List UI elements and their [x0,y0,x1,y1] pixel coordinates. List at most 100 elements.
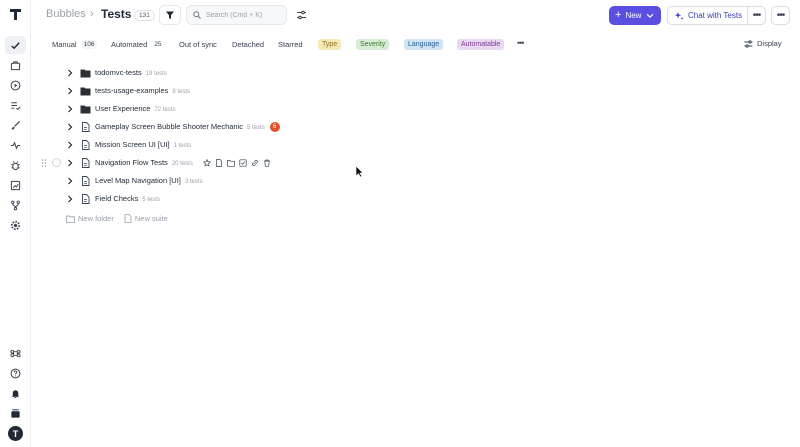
new-folder-label: New folder [78,214,114,223]
search-input[interactable] [206,11,286,19]
nav-plans[interactable] [5,96,26,114]
more-filters-icon[interactable]: ••• [517,38,525,48]
chevron-down-icon [647,13,654,18]
user-avatar[interactable]: T [8,426,23,441]
tree-row-suite[interactable]: Mission Screen UI [UI] 1 tests [31,136,800,154]
notification-badge: 6 [269,122,280,133]
tree-row-suite[interactable]: Field Checks 5 tests [31,190,800,208]
gear-icon [10,220,21,230]
tree-row-label: Gameplay Screen Bubble Shooter Mechanic 5… [95,122,280,133]
nav-projects[interactable] [5,404,26,422]
nav-help[interactable] [5,364,26,382]
tab-detached[interactable]: Detached [232,40,264,49]
tree-row-label: tests-usage-examples 8 tests [95,86,191,95]
tree-row-folder[interactable]: todomvc-tests 19 tests [31,64,800,82]
tab-label: Automated [111,40,148,49]
chevron-right-icon[interactable] [66,195,74,203]
new-folder-button[interactable]: New folder [66,214,114,223]
row-select-checkbox[interactable] [52,158,61,167]
nav-defects[interactable] [5,156,26,174]
drag-handle-icon[interactable] [41,159,47,167]
breadcrumb-separator: › [90,8,94,20]
folder-icon [80,105,91,114]
tag-automatable[interactable]: Automatable [457,39,505,50]
folder-stack-icon [11,408,20,418]
chat-more-button[interactable]: ••• [747,6,766,25]
check-icon [11,41,20,49]
test-count-badge: 131 [134,10,155,21]
nav-tests[interactable] [5,36,26,54]
page-more-button[interactable]: ••• [771,6,790,25]
tree-row-count: 5 tests [247,125,265,131]
nav-settings[interactable] [5,216,26,234]
chevron-right-icon[interactable] [66,69,74,77]
filter-bar: Manual 106 Automated 25 Out of sync Deta… [31,35,800,55]
checklist-icon[interactable] [239,159,248,168]
app-logo[interactable] [8,7,23,22]
chevron-right-icon[interactable] [66,87,74,95]
new-button[interactable]: + New [609,6,661,25]
view-options-button[interactable] [293,7,309,23]
search-box[interactable] [186,5,287,25]
chevron-right-icon[interactable] [66,177,74,185]
tree-footer: New folder New suite [66,214,168,223]
chevron-right-icon[interactable] [66,141,74,149]
tree-row-suite[interactable]: Gameplay Screen Bubble Shooter Mechanic 5… [31,118,800,136]
folder-icon [80,69,91,78]
nav-runs[interactable] [5,76,26,94]
tree-row-count: 3 tests [184,179,203,185]
funnel-icon [166,11,174,19]
tree-row-folder[interactable]: User Experience 72 tests [31,100,800,118]
folder-plus-icon [66,215,75,223]
tab-count: 25 [154,41,162,48]
chat-with-tests-button[interactable]: Chat with Tests [667,6,748,25]
more-horizontal-icon: ••• [776,10,785,21]
chevron-right-icon[interactable] [66,159,74,167]
sidebar: T [0,0,31,447]
tree-row-suite-hovered[interactable]: Navigation Flow Tests 20 tests [31,154,800,172]
search-icon [193,11,201,19]
mouse-cursor-icon [355,165,364,178]
nav-shortcuts[interactable] [5,344,26,362]
new-test-icon[interactable] [215,159,224,168]
nav-pulse[interactable] [5,136,26,154]
tag-language[interactable]: Language [404,39,444,50]
filter-button[interactable] [159,5,181,25]
chevron-right-icon[interactable] [66,123,74,131]
nav-analytics[interactable] [5,176,26,194]
nav-steps[interactable] [5,116,26,134]
new-folder-icon[interactable] [227,159,236,168]
list-check-icon [11,101,21,110]
breadcrumb-parent[interactable]: Bubbles [46,8,86,20]
tree-row-suite[interactable]: Level Map Navigation [UI] 3 tests [31,172,800,190]
chevron-right-icon[interactable] [66,105,74,113]
tag-type[interactable]: Type [318,39,342,50]
tab-label: Detached [232,40,265,49]
nav-briefcase[interactable] [5,56,26,74]
star-icon[interactable] [203,159,212,168]
document-icon [82,194,90,204]
nav-git[interactable] [5,196,26,214]
display-button[interactable]: Display [744,39,782,48]
bell-icon [11,389,20,398]
nav-notifications[interactable] [5,384,26,402]
trash-icon[interactable] [263,159,272,168]
bug-icon [11,160,20,170]
tab-manual[interactable]: Manual 106 [52,40,98,49]
display-label: Display [757,39,782,48]
briefcase-icon [10,60,21,70]
tree-row-label: Field Checks 5 tests [95,194,161,203]
tree-row-label: Level Map Navigation [UI] 3 tests [95,176,203,185]
plus-icon: + [615,9,622,21]
tab-automated[interactable]: Automated 25 [111,40,165,49]
tab-label: Starred [278,40,303,49]
new-suite-button[interactable]: New suite [124,214,168,223]
top-bar: Bubbles › Tests 131 + New Chat with Test… [31,0,800,31]
tree-row-folder[interactable]: tests-usage-examples 8 tests [31,82,800,100]
tab-starred[interactable]: Starred [278,40,303,49]
link-icon[interactable] [251,159,260,168]
tag-severity[interactable]: Severity [356,39,390,50]
tab-out-of-sync[interactable]: Out of sync [179,40,217,49]
chart-icon [10,180,21,190]
help-icon [10,368,21,378]
